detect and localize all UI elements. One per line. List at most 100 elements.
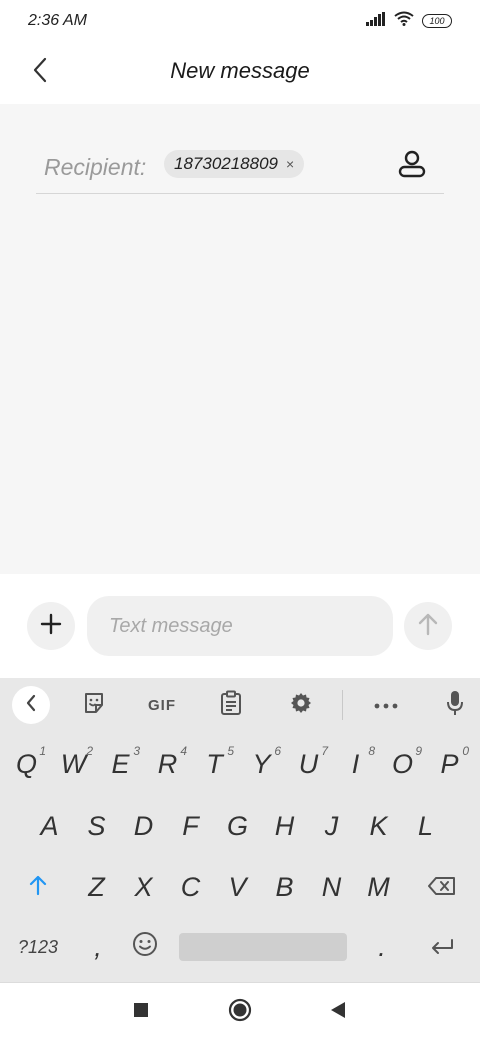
shift-key[interactable]: [14, 860, 62, 914]
key-w[interactable]: W 2: [50, 738, 97, 790]
key-s[interactable]: S: [73, 800, 120, 852]
more-button[interactable]: [367, 686, 405, 724]
key-hint: 5: [227, 744, 234, 758]
key-hint: 9: [415, 744, 422, 758]
key-p[interactable]: P 0: [426, 738, 473, 790]
key-hint: 4: [180, 744, 187, 758]
battery-icon: 100: [422, 14, 452, 28]
period-key[interactable]: .: [360, 922, 404, 972]
backspace-icon: [427, 872, 457, 903]
circle-icon: [228, 998, 252, 1027]
key-h[interactable]: H: [261, 800, 308, 852]
key-o[interactable]: O 9: [379, 738, 426, 790]
keyboard-toolbar: GIF: [0, 678, 480, 732]
key-g[interactable]: G: [214, 800, 261, 852]
backspace-key[interactable]: [416, 860, 468, 914]
key-n[interactable]: N: [308, 860, 355, 914]
key-y[interactable]: Y 6: [238, 738, 285, 790]
key-label: T: [206, 748, 223, 779]
message-input[interactable]: [87, 596, 393, 656]
key-a[interactable]: A: [26, 800, 73, 852]
emoji-icon: [132, 931, 158, 964]
emoji-key[interactable]: [122, 924, 168, 970]
key-label: W: [60, 748, 87, 779]
toolbar-collapse-button[interactable]: [12, 686, 50, 724]
contact-icon: [397, 149, 427, 184]
more-horizontal-icon: [374, 696, 398, 714]
key-hint: 8: [368, 744, 375, 758]
enter-key[interactable]: [416, 924, 468, 970]
home-button[interactable]: [225, 997, 255, 1027]
system-back-button[interactable]: [323, 997, 353, 1027]
key-j[interactable]: J: [308, 800, 355, 852]
key-label: Y: [252, 748, 271, 779]
key-z[interactable]: Z: [73, 860, 120, 914]
key-c[interactable]: C: [167, 860, 214, 914]
key-label: O: [391, 748, 413, 779]
status-time: 2:36 AM: [28, 12, 87, 29]
key-d[interactable]: D: [120, 800, 167, 852]
key-b[interactable]: B: [261, 860, 308, 914]
key-v[interactable]: V: [214, 860, 261, 914]
key-i[interactable]: I 8: [332, 738, 379, 790]
attach-button[interactable]: [27, 602, 75, 650]
key-label: Q: [15, 748, 37, 779]
settings-button[interactable]: [282, 686, 320, 724]
gif-label: GIF: [148, 696, 176, 714]
space-key[interactable]: [179, 933, 347, 961]
chevron-left-icon: [25, 694, 37, 717]
key-r[interactable]: R 4: [144, 738, 191, 790]
battery-level: 100: [429, 16, 445, 26]
key-q[interactable]: Q 1: [3, 738, 50, 790]
pick-contact-button[interactable]: [394, 148, 430, 184]
gear-icon: [289, 691, 313, 720]
key-hint: 1: [39, 744, 46, 758]
key-label: R: [157, 748, 178, 779]
key-hint: 0: [462, 744, 469, 758]
key-hint: 6: [274, 744, 281, 758]
sticker-icon: [82, 691, 106, 720]
status-bar: 2:36 AM 100: [0, 0, 480, 42]
sticker-button[interactable]: [75, 686, 113, 724]
enter-icon: [429, 932, 455, 963]
key-x[interactable]: X: [120, 860, 167, 914]
key-u[interactable]: U 7: [285, 738, 332, 790]
key-l[interactable]: L: [402, 800, 449, 852]
chip-remove-icon[interactable]: ×: [286, 156, 294, 172]
key-e[interactable]: E 3: [97, 738, 144, 790]
key-t[interactable]: T 5: [191, 738, 238, 790]
recipient-chip-number: 18730218809: [174, 154, 279, 173]
square-icon: [133, 1002, 149, 1023]
status-icons: 100: [366, 11, 452, 31]
key-label: I: [351, 748, 360, 779]
shift-icon: [28, 872, 48, 903]
recipient-chip[interactable]: 18730218809 ×: [164, 150, 305, 178]
clipboard-icon: [220, 690, 242, 721]
recents-button[interactable]: [126, 997, 156, 1027]
key-f[interactable]: F: [167, 800, 214, 852]
key-label: U: [298, 748, 319, 779]
send-button[interactable]: [404, 602, 452, 650]
gif-button[interactable]: GIF: [142, 686, 182, 724]
microphone-icon: [446, 690, 464, 721]
keyboard: Q 1 W 2 E 3 R 4 T 5 Y 6 U 7 I 8 O 9 P 0 …: [0, 732, 480, 982]
voice-input-button[interactable]: [436, 686, 474, 724]
conversation-area: Recipient: 18730218809 ×: [0, 104, 480, 574]
key-k[interactable]: K: [355, 800, 402, 852]
key-label: E: [111, 748, 130, 779]
triangle-left-icon: [330, 1001, 346, 1024]
key-hint: 7: [321, 744, 328, 758]
recipient-row: Recipient: 18730218809 ×: [36, 144, 444, 194]
key-m[interactable]: M: [355, 860, 402, 914]
signal-icon: [366, 11, 386, 31]
toolbar-divider: [342, 690, 343, 720]
page-title: New message: [170, 58, 310, 83]
key-hint: 3: [133, 744, 140, 758]
wifi-icon: [394, 11, 414, 31]
key-hint: 2: [86, 744, 93, 758]
clipboard-button[interactable]: [212, 686, 250, 724]
comma-key[interactable]: ,: [76, 922, 120, 972]
symbols-key[interactable]: ?123: [8, 924, 68, 970]
recipient-label: Recipient:: [44, 154, 147, 180]
plus-icon: [40, 613, 62, 640]
